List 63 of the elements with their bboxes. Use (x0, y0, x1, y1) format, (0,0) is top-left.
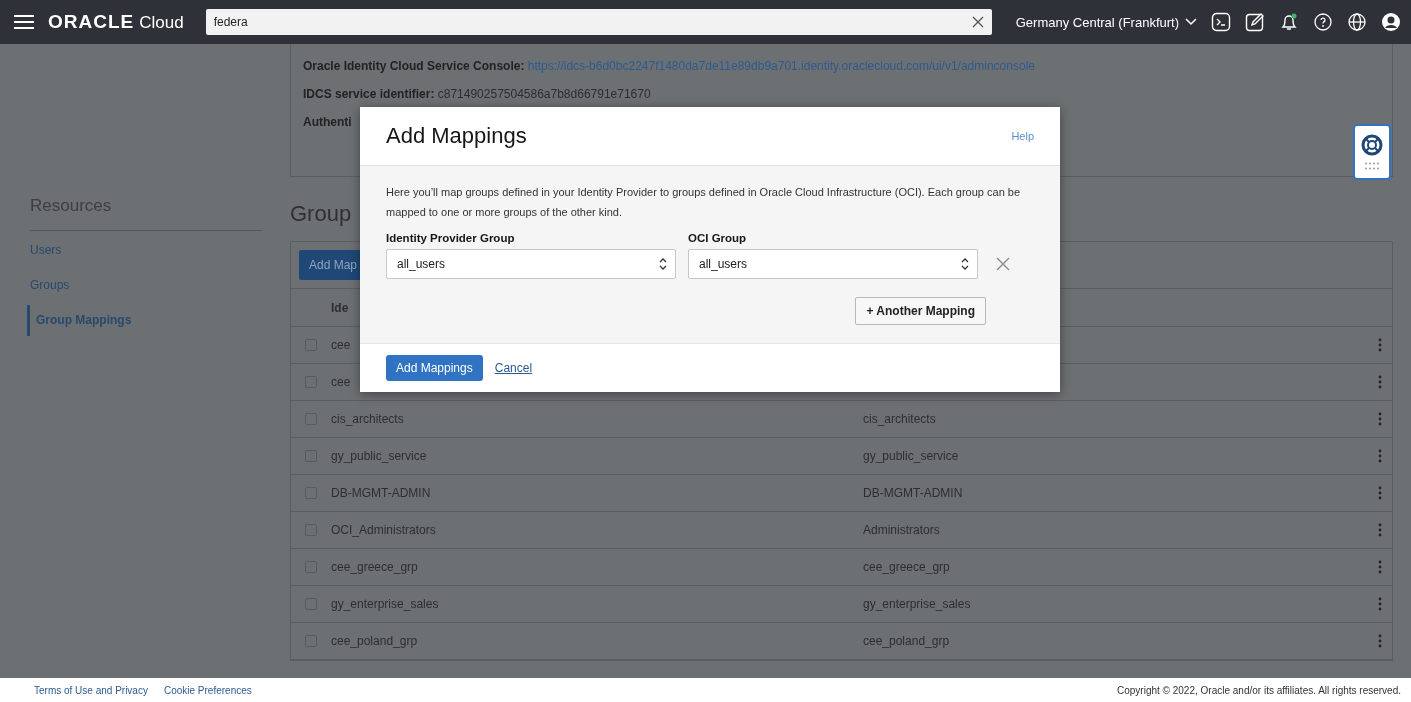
table-cell: gy_enterprise_sales (863, 597, 971, 611)
chevron-down-icon (1185, 18, 1197, 26)
more-actions-icon[interactable] (1378, 523, 1382, 537)
add-mappings-button[interactable]: Add Mappings (386, 355, 483, 381)
remove-icon[interactable] (996, 257, 1010, 271)
detail-label: Authenti (303, 115, 352, 129)
table-cell: gy_enterprise_sales (331, 597, 439, 611)
region-selector[interactable]: Germany Central (Frankfurt) (1015, 14, 1197, 30)
more-actions-icon[interactable] (1378, 486, 1382, 500)
field-label: Identity Provider Group (386, 232, 516, 244)
table-cell: DB-MGMT-ADMIN (331, 486, 431, 500)
brand-logo[interactable]: ORACLE (48, 11, 135, 33)
detail-value: c871490257504586a7b8d66791e71670 (437, 87, 651, 101)
lifebuoy-icon (1361, 134, 1383, 156)
footer-link[interactable]: Cookie Preferences (163, 684, 252, 696)
user-avatar-icon[interactable] (1381, 12, 1401, 32)
table-cell: cee_greece_grp (331, 560, 418, 574)
cancel-link[interactable]: Cancel (494, 361, 533, 375)
more-actions-icon[interactable] (1378, 338, 1382, 352)
dots-grid-icon (1365, 162, 1379, 170)
more-actions-icon[interactable] (1378, 634, 1382, 648)
oci-group-select[interactable]: all_users (688, 249, 978, 279)
column-header: Ide (331, 300, 350, 315)
table-cell: DB-MGMT-ADMIN (863, 486, 963, 500)
table-cell: cee_poland_grp (331, 634, 418, 648)
globe-icon[interactable] (1347, 12, 1367, 32)
table-cell: OCI_Administrators (331, 523, 436, 537)
table-cell: cee (331, 338, 351, 352)
identity-provider-group-select[interactable]: all_users (386, 249, 676, 279)
help-widget[interactable] (1353, 124, 1391, 180)
more-actions-icon[interactable] (1378, 412, 1382, 426)
select-arrows-icon (961, 258, 969, 270)
edit-icon[interactable] (1245, 12, 1265, 32)
dialog-description: Here you’ll map groups defined in your Identity Provider to groups defined in Oracle Cloud Infrastructure (OCI). Each group can be mapped to one or more groups of the other kind. (386, 185, 1022, 220)
menu-icon[interactable] (14, 14, 34, 30)
table-cell: Administrators (863, 523, 940, 537)
more-actions-icon[interactable] (1378, 375, 1382, 389)
more-actions-icon[interactable] (1378, 449, 1382, 463)
table-cell: cis_architects (331, 412, 404, 426)
bell-icon[interactable] (1279, 12, 1299, 32)
another-mapping-button[interactable]: + Another Mapping (855, 297, 986, 325)
search-field[interactable]: federa (205, 9, 992, 35)
clear-icon[interactable] (971, 16, 984, 28)
section-heading: Group (290, 201, 352, 227)
select-arrows-icon (659, 258, 667, 270)
detail-label: Oracle Identity Cloud Service Console: (303, 59, 525, 73)
field-label: OCI Group (688, 232, 748, 244)
terminal-icon[interactable] (1211, 12, 1231, 32)
table-cell: cee_greece_grp (863, 560, 950, 574)
table-cell: cee (331, 375, 351, 389)
table-cell: gy_public_service (331, 449, 427, 463)
brand-name: Cloud (139, 13, 184, 33)
detail-label: IDCS service identifier: (303, 87, 435, 101)
footer-link[interactable]: Terms of Use and Privacy (34, 684, 148, 696)
help-link[interactable]: Help (1011, 130, 1034, 142)
help-icon[interactable] (1313, 12, 1333, 32)
table-cell: cis_architects (863, 412, 936, 426)
dialog-title: Add Mappings (386, 123, 527, 149)
more-actions-icon[interactable] (1378, 560, 1382, 574)
more-actions-icon[interactable] (1378, 597, 1382, 611)
copyright-text: Copyright © 2022, Oracle and/or its affiliates. All rights reserved. (1117, 684, 1401, 696)
table-cell: cee_poland_grp (863, 634, 950, 648)
table-cell: gy_public_service (863, 449, 959, 463)
